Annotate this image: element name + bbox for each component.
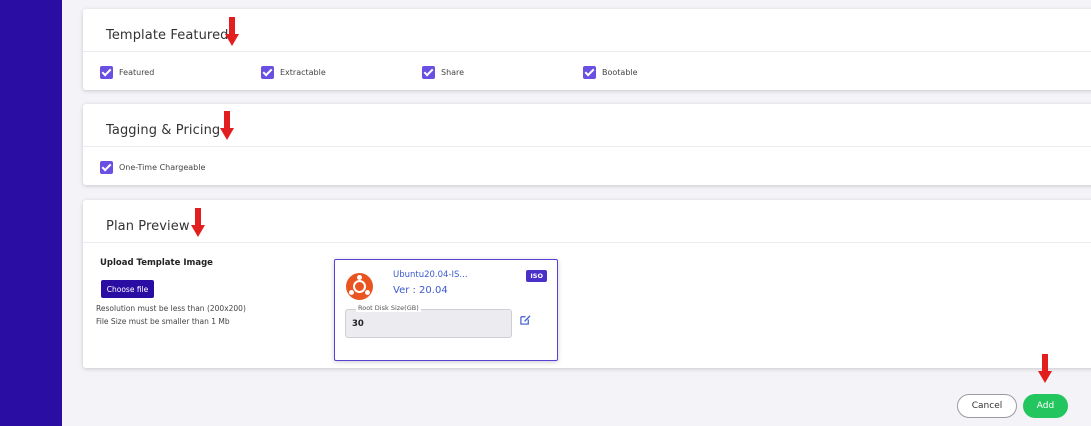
section-title-plan-preview: Plan Preview [106, 219, 190, 234]
red-down-arrow-icon [220, 111, 234, 141]
card-header: Plan Preview [83, 200, 1091, 243]
edit-icon[interactable] [520, 314, 531, 325]
checkbox-checked-icon[interactable] [100, 66, 113, 79]
file-size-hint: File Size must be smaller than 1 Mb [96, 317, 230, 326]
template-preview-card: Ubuntu20.04-IS... Ver : 20.04 ISO Root D… [334, 259, 558, 361]
red-down-arrow-icon [225, 17, 239, 47]
choose-file-button[interactable]: Choose file [101, 280, 154, 298]
section-title-tagging-pricing: Tagging & Pricing [106, 123, 221, 138]
ubuntu-logo-icon [346, 273, 373, 300]
plan-preview-card: Plan Preview Upload Template Image Choos… [83, 200, 1091, 368]
red-down-arrow-icon [191, 208, 205, 238]
tagging-pricing-card: Tagging & Pricing One-Time Chargeable [83, 104, 1091, 185]
checkbox-label: Bootable [602, 68, 638, 77]
sidebar [0, 0, 62, 426]
share-checkbox[interactable]: Share [422, 66, 464, 79]
add-button[interactable]: Add [1023, 394, 1068, 418]
root-disk-size-field[interactable]: Root Disk Size(GB) 30 [345, 304, 512, 338]
red-down-arrow-icon [1038, 354, 1052, 384]
root-disk-size-value: 30 [352, 319, 364, 329]
upload-template-image-label: Upload Template Image [100, 258, 213, 268]
extractable-checkbox[interactable]: Extractable [261, 66, 326, 79]
cancel-button[interactable]: Cancel [957, 394, 1017, 418]
main-content: Template Featured Featured Extractable S… [62, 0, 1091, 426]
checkbox-label: Featured [119, 68, 155, 77]
bootable-checkbox[interactable]: Bootable [583, 66, 638, 79]
checkbox-checked-icon[interactable] [261, 66, 274, 79]
checkbox-label: Share [441, 68, 465, 77]
os-name: Ubuntu20.04-IS... [393, 270, 468, 280]
os-version: Ver : 20.04 [393, 285, 448, 296]
section-title-template-featured: Template Featured [106, 28, 229, 43]
resolution-hint: Resolution must be less than (200x200) [96, 304, 246, 313]
card-header: Tagging & Pricing [83, 104, 1091, 147]
iso-badge: ISO [526, 270, 547, 282]
checkbox-label: Extractable [280, 68, 326, 77]
one-time-chargeable-checkbox[interactable]: One-Time Chargeable [100, 161, 205, 174]
root-disk-size-label: Root Disk Size(GB) [356, 304, 421, 312]
featured-checkbox[interactable]: Featured [100, 66, 154, 79]
checkbox-checked-icon[interactable] [583, 66, 596, 79]
template-featured-card: Template Featured Featured Extractable S… [83, 9, 1091, 90]
checkbox-checked-icon[interactable] [100, 161, 113, 174]
checkbox-label: One-Time Chargeable [119, 163, 206, 172]
checkbox-checked-icon[interactable] [422, 66, 435, 79]
